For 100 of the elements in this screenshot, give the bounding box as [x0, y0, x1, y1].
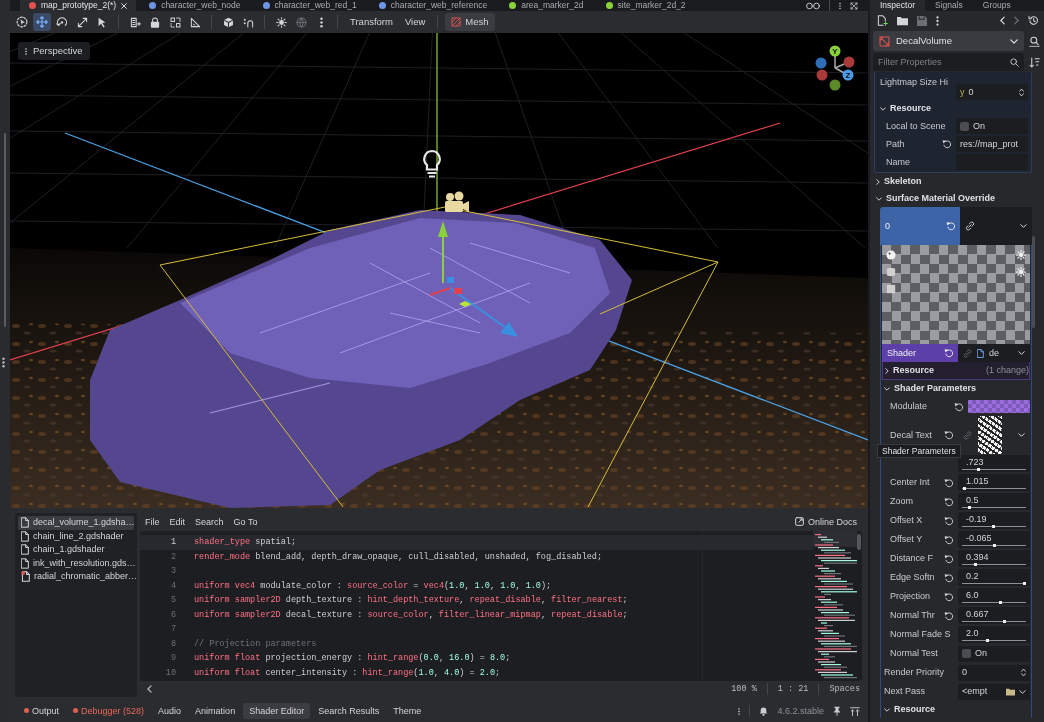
revert-icon[interactable] — [944, 515, 954, 526]
revert-icon[interactable] — [944, 477, 954, 488]
script-item[interactable]: decal_volume_1.gdsha… — [18, 516, 134, 530]
magnifier-icon[interactable] — [1029, 35, 1040, 47]
number-field[interactable]: 0 — [958, 664, 1030, 681]
spin-slider[interactable]: 0.5 — [958, 493, 1030, 510]
panel-tab[interactable]: Shader Editor — [243, 702, 311, 720]
chevron-down-icon[interactable] — [1020, 224, 1027, 228]
scrollbar[interactable] — [4, 133, 6, 327]
code-minimap-drawing[interactable] — [813, 531, 857, 681]
view-gizmo[interactable]: Y Z — [815, 45, 855, 91]
more-icon[interactable] — [319, 16, 323, 28]
revert-icon[interactable] — [944, 553, 954, 564]
chevron-down-icon[interactable] — [1018, 433, 1025, 437]
revert-icon[interactable] — [944, 348, 954, 358]
more-icon[interactable] — [936, 15, 939, 26]
menu-button[interactable]: Transform — [345, 16, 398, 28]
scene-tab[interactable]: map_prototype_2(*) — [20, 0, 137, 11]
fullscreen-icon[interactable] — [850, 1, 858, 10]
panel-expand-icon[interactable] — [850, 706, 860, 716]
sun-icon[interactable] — [275, 16, 287, 28]
menu-button[interactable]: Go To — [233, 516, 258, 528]
tool-button[interactable] — [33, 13, 51, 31]
check-toggle[interactable]: On — [956, 118, 1028, 134]
cylinder-icon[interactable] — [886, 267, 896, 277]
indent-mode[interactable]: Spaces — [829, 683, 860, 695]
pin-icon[interactable] — [833, 706, 841, 716]
view-menu-button[interactable]: Perspective — [18, 42, 90, 60]
slider-track[interactable] — [962, 486, 1026, 490]
slider-thumb[interactable] — [1003, 619, 1007, 623]
spin-slider[interactable]: 2.0 — [958, 626, 1030, 643]
script-item[interactable]: chain_1.gdshader — [18, 543, 134, 557]
camera-icon[interactable] — [445, 191, 469, 212]
revert-icon[interactable] — [954, 401, 964, 412]
scene-tab[interactable]: character_web_red_1 — [253, 0, 366, 11]
revert-icon[interactable] — [944, 572, 954, 583]
panel-tab[interactable]: Animation — [189, 702, 242, 720]
filter-field[interactable]: Filter Properties — [873, 53, 1024, 71]
check-toggle[interactable]: On — [958, 645, 1030, 662]
slider-thumb[interactable] — [974, 562, 978, 566]
axis-handle[interactable] — [843, 56, 855, 68]
section-header[interactable]: Resource — [882, 701, 1030, 718]
folder-icon[interactable] — [897, 15, 908, 26]
light-icon[interactable] — [1016, 267, 1026, 277]
slider-track[interactable] — [962, 543, 1026, 547]
node-selector[interactable]: DecalVolume — [873, 31, 1024, 51]
spin-slider[interactable]: 6.0 — [958, 588, 1030, 605]
menu-button[interactable]: Search — [195, 516, 224, 528]
spin-slider[interactable]: 0.2 — [958, 569, 1030, 586]
slider-thumb[interactable] — [1023, 581, 1026, 585]
chevron-left-icon[interactable] — [147, 685, 152, 693]
mesh-menu-button[interactable]: Mesh — [445, 13, 495, 31]
menu-button[interactable]: View — [399, 16, 431, 28]
revert-icon[interactable] — [944, 610, 954, 621]
spin-slider[interactable]: 0.667 — [958, 607, 1030, 624]
dock-tab[interactable]: Inspector — [870, 0, 925, 11]
slider-thumb[interactable] — [968, 505, 972, 509]
two-circles-icon[interactable] — [806, 1, 820, 10]
spin-slider[interactable]: -0.065 — [958, 531, 1030, 548]
section-header[interactable]: Resource (1 change) — [883, 362, 1029, 379]
revert-icon[interactable] — [944, 534, 954, 545]
slider-thumb[interactable] — [986, 638, 990, 642]
scrollbar[interactable] — [857, 534, 861, 550]
online-docs-link[interactable]: Online Docs — [794, 516, 857, 528]
spin-slider[interactable]: -0.19 — [958, 512, 1030, 529]
group-icon[interactable] — [169, 16, 181, 28]
save-icon[interactable] — [917, 15, 927, 26]
spin-slider[interactable]: 0.394 — [958, 550, 1030, 567]
scene-tab[interactable]: area_marker_2d — [500, 0, 593, 11]
checkbox[interactable] — [962, 649, 971, 658]
history-icon[interactable] — [1028, 15, 1039, 26]
panel-tab[interactable]: Theme — [387, 702, 428, 720]
scene-tab[interactable]: character_web_reference — [369, 0, 497, 11]
cube-icon[interactable] — [222, 16, 234, 28]
slider-thumb[interactable] — [992, 543, 996, 547]
menu-button[interactable]: Edit — [169, 516, 186, 528]
dock-tab[interactable]: Groups — [972, 0, 1021, 11]
section-header[interactable]: Shader Parameters — [882, 380, 1030, 397]
script-item[interactable]: ink_with_resolution.gds… — [18, 556, 134, 570]
section-header[interactable]: Surface Material Override — [874, 190, 1032, 207]
slider-track[interactable] — [962, 638, 1026, 642]
new-file-icon[interactable] — [877, 15, 888, 26]
axis-handle[interactable] — [815, 57, 827, 69]
axis-handle[interactable] — [829, 79, 841, 91]
filter-icon[interactable] — [1029, 56, 1040, 68]
zoom-level[interactable]: 100 % — [731, 683, 757, 695]
dock-tab[interactable]: Signals — [924, 0, 973, 11]
scene-tab[interactable]: character_web_node — [140, 0, 250, 11]
slider-track[interactable] — [962, 619, 1026, 623]
slider-track[interactable] — [962, 524, 1026, 528]
color-swatch[interactable] — [968, 400, 1030, 413]
panel-tab[interactable]: Audio — [152, 702, 188, 720]
script-item[interactable]: radial_chromatic_abber… — [18, 570, 134, 584]
forward-icon[interactable] — [1014, 16, 1019, 25]
text-field[interactable]: res://map_prot — [956, 136, 1028, 152]
light-icon[interactable] — [1016, 250, 1026, 260]
slider-thumb[interactable] — [963, 486, 967, 490]
slider-track[interactable] — [962, 467, 1026, 471]
light-bulb-icon[interactable] — [423, 149, 441, 178]
more-icon[interactable] — [2, 357, 6, 368]
